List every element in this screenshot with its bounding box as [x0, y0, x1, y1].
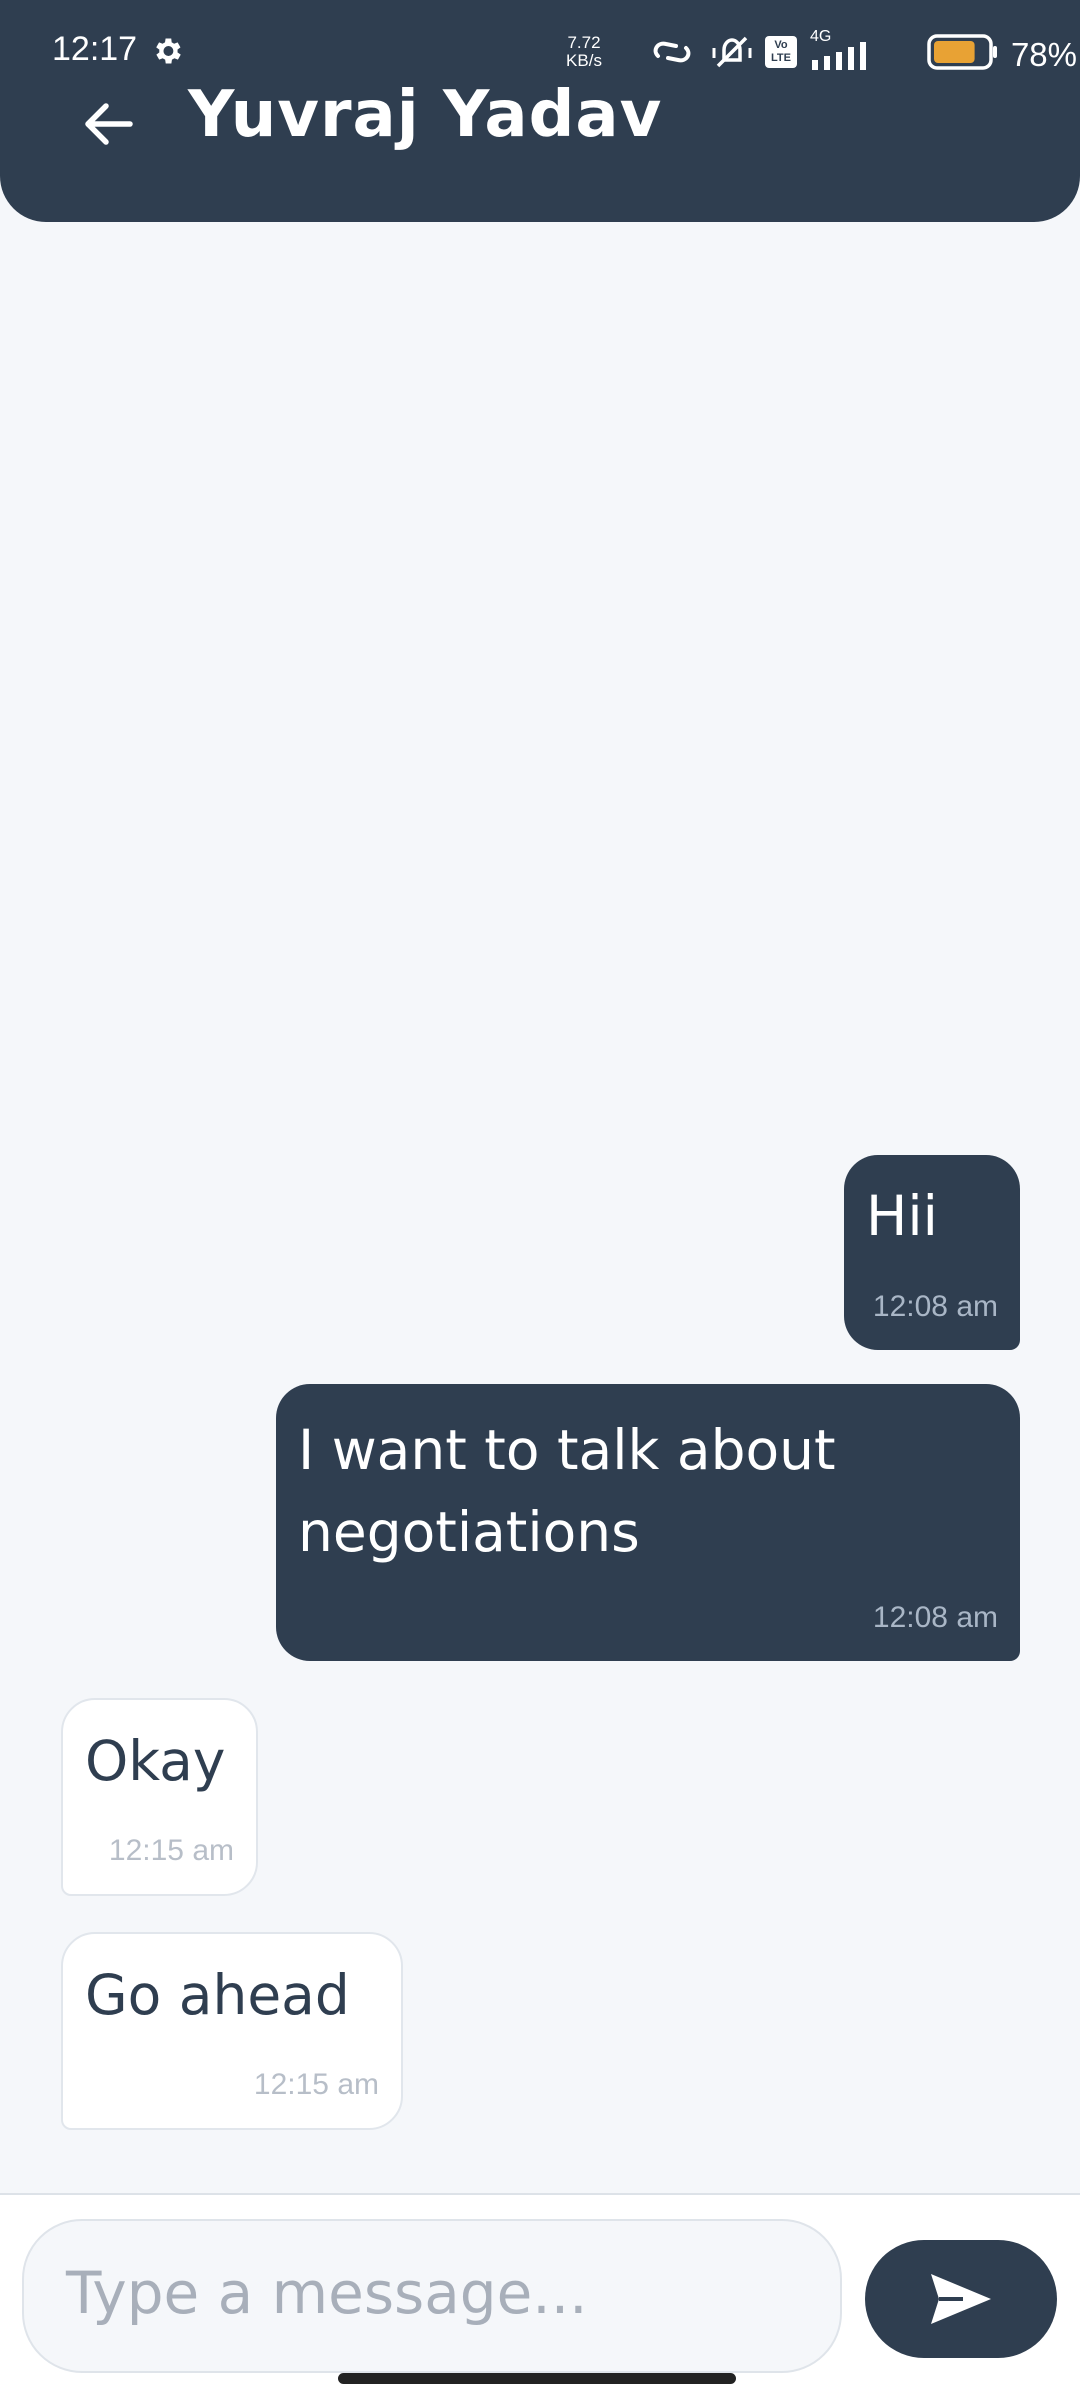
message-composer: Type a message...	[0, 2193, 1080, 2402]
send-button[interactable]	[865, 2240, 1057, 2358]
message-time: 12:08 am	[872, 1601, 998, 1634]
message-text-line: negotiations	[298, 1500, 640, 1564]
message-bubble-incoming[interactable]: Go ahead 12:15 am	[61, 1932, 403, 2130]
net-speed-unit: KB/s	[566, 51, 602, 70]
settings-gear-icon	[156, 38, 181, 64]
message-text: Go ahead	[85, 1963, 350, 2027]
battery-icon	[927, 34, 997, 70]
back-arrow-icon[interactable]	[82, 98, 134, 150]
link-icon	[653, 41, 691, 63]
message-time: 12:15 am	[253, 2068, 379, 2101]
message-bubble-outgoing[interactable]: I want to talk about negotiations 12:08 …	[276, 1384, 1020, 1661]
message-bubble-outgoing[interactable]: Hii 12:08 am	[844, 1155, 1020, 1350]
signal-icon	[812, 42, 866, 70]
net-speed-value: 7.72	[567, 33, 601, 52]
message-input-placeholder: Type a message...	[66, 2259, 588, 2327]
status-time: 12:17	[52, 30, 138, 68]
home-indicator[interactable]	[338, 2373, 736, 2384]
message-time: 12:08 am	[872, 1290, 998, 1323]
volte-icon: Vo LTE	[765, 36, 797, 68]
vibrate-silent-icon	[712, 36, 752, 68]
message-text: Okay	[85, 1729, 226, 1793]
message-text: Hii	[866, 1184, 938, 1248]
message-bubble-incoming[interactable]: Okay 12:15 am	[61, 1698, 258, 1896]
chat-header: 12:17 7.72 KB/s Vo LTE 4G 78% Yuvraj Yad…	[0, 0, 1080, 222]
message-input[interactable]: Type a message...	[22, 2219, 842, 2373]
send-icon	[931, 2274, 991, 2324]
message-time: 12:15 am	[108, 1834, 234, 1867]
battery-percent: 78%	[1010, 36, 1077, 73]
message-text-line: I want to talk about	[298, 1418, 836, 1482]
chat-title: Yuvraj Yadav	[188, 78, 663, 152]
net-speed: 7.72 KB/s	[560, 34, 608, 70]
